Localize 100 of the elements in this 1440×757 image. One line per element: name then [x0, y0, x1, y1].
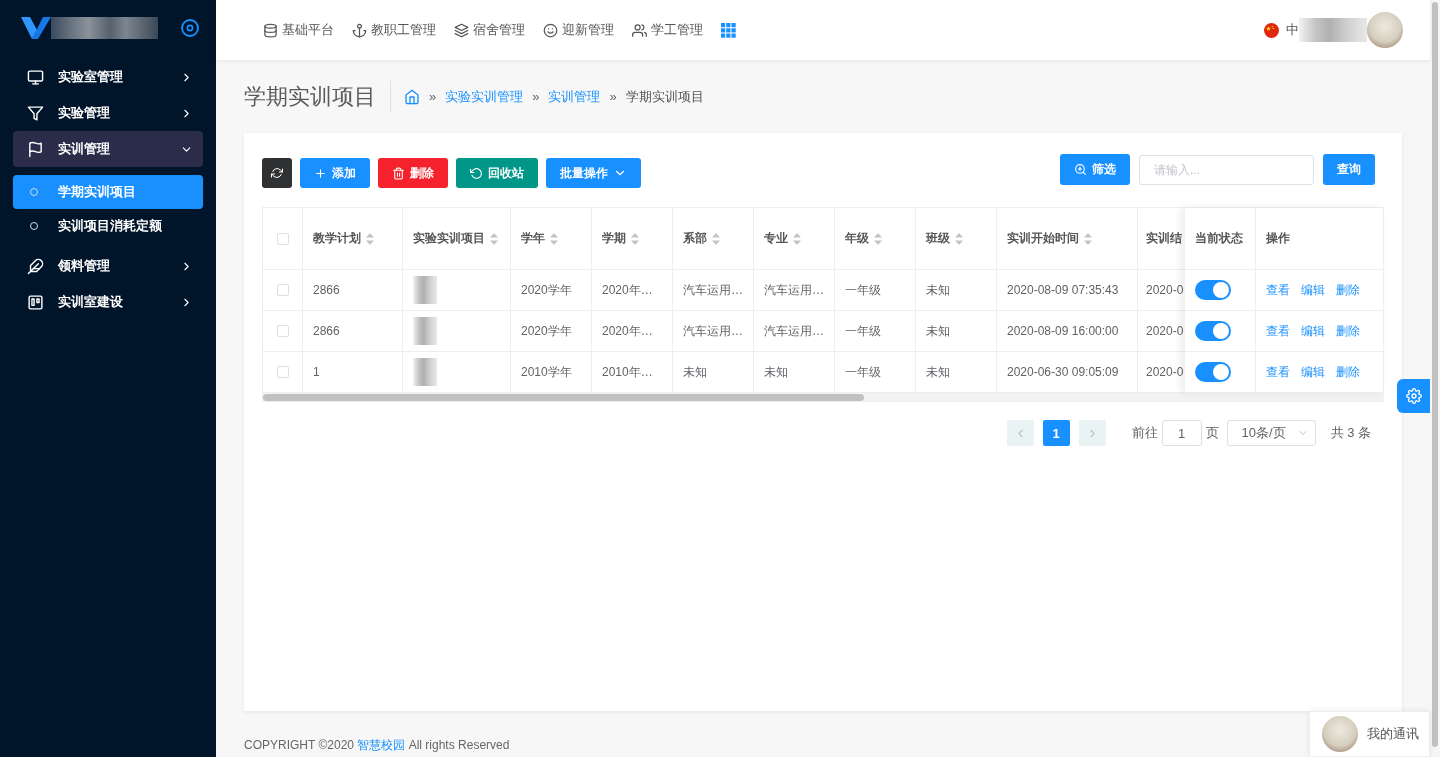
- breadcrumb-separator: »: [532, 89, 540, 104]
- recycle-bin-button[interactable]: 回收站: [456, 158, 538, 188]
- checkbox[interactable]: [276, 284, 289, 296]
- table-cell: 一年级: [835, 352, 916, 393]
- monitor-icon: [27, 68, 44, 86]
- smiley-icon: [543, 22, 558, 38]
- action-link[interactable]: 查看: [1266, 281, 1290, 299]
- filter-button[interactable]: 筛选: [1060, 154, 1130, 185]
- sort-icon[interactable]: [1084, 232, 1092, 245]
- action-link[interactable]: 编辑: [1301, 363, 1325, 381]
- action-link[interactable]: 删除: [1336, 322, 1360, 340]
- nav-item[interactable]: 学工管理: [632, 21, 703, 39]
- feather-icon: [27, 257, 44, 275]
- nav-item[interactable]: 宿舍管理: [454, 21, 525, 39]
- sort-icon[interactable]: [874, 232, 882, 245]
- refresh-button[interactable]: [262, 158, 292, 188]
- scrollbar-thumb[interactable]: [263, 394, 864, 401]
- batch-actions-button[interactable]: 批量操作: [546, 158, 641, 188]
- table-cell: 1: [303, 352, 403, 393]
- table-cell: 未知: [916, 311, 997, 352]
- column-header: 实验实训项目: [413, 230, 485, 247]
- menu-item[interactable]: 实训管理: [13, 131, 203, 167]
- menu-item[interactable]: 领料管理: [13, 248, 203, 284]
- table-cell: 2010学年: [511, 352, 592, 393]
- table-cell: 2020年…: [592, 270, 673, 311]
- nav-item[interactable]: 基础平台: [263, 21, 334, 39]
- search-field[interactable]: 请输入...: [1139, 154, 1314, 185]
- query-button[interactable]: 查询: [1323, 154, 1375, 185]
- menu-item[interactable]: 实验管理: [13, 95, 203, 131]
- scrollbar-thumb[interactable]: [1432, 2, 1438, 747]
- table-cell: 汽车运用…: [673, 270, 754, 311]
- sort-icon[interactable]: [631, 232, 639, 245]
- submenu-item[interactable]: 学期实训项目: [13, 175, 203, 209]
- checkbox[interactable]: [276, 325, 289, 337]
- column-header: 实训结: [1146, 230, 1182, 247]
- action-link[interactable]: 删除: [1336, 363, 1360, 381]
- column-header: 学年: [521, 230, 545, 247]
- apps-grid-icon[interactable]: [721, 22, 736, 38]
- page-unit-label: 页: [1205, 424, 1219, 442]
- logo-icon: [21, 17, 51, 39]
- action-link[interactable]: 删除: [1336, 281, 1360, 299]
- table-cell: 汽车运用…: [754, 270, 835, 311]
- anchor-icon: [352, 22, 367, 38]
- trash-icon: [392, 166, 405, 180]
- status-switch[interactable]: [1195, 362, 1231, 382]
- checkbox[interactable]: [276, 366, 289, 378]
- menu-item[interactable]: 实验室管理: [13, 59, 203, 95]
- sort-icon[interactable]: [712, 232, 720, 245]
- sort-icon[interactable]: [490, 232, 498, 245]
- action-link[interactable]: 编辑: [1301, 322, 1325, 340]
- action-link[interactable]: 查看: [1266, 322, 1290, 340]
- current-page-label: 学期实训项目: [625, 87, 704, 106]
- page-size-select[interactable]: 10条/页: [1226, 420, 1316, 446]
- submenu-item[interactable]: 实训项目消耗定额: [13, 209, 203, 243]
- table-cell: 一年级: [835, 311, 916, 352]
- status-switch[interactable]: [1195, 321, 1231, 341]
- table-cell: 2020年…: [592, 311, 673, 352]
- page-button[interactable]: 1: [1042, 420, 1070, 446]
- footer-link[interactable]: 智慧校园: [357, 738, 406, 752]
- plus-icon: [314, 166, 327, 180]
- table-cell: 2010年…: [592, 352, 673, 393]
- table-cell: 汽车运用…: [673, 311, 754, 352]
- avatar: [1322, 716, 1358, 752]
- board-icon: [27, 293, 44, 311]
- redacted-block: [1299, 18, 1367, 42]
- table-cell: 汽车运用…: [754, 311, 835, 352]
- flag-icon: [27, 140, 44, 158]
- table-cell: 2020学年: [511, 270, 592, 311]
- chat-widget[interactable]: 我的通讯: [1309, 711, 1430, 757]
- sort-icon[interactable]: [955, 232, 963, 245]
- column-header: 专业: [764, 230, 788, 247]
- breadcrumb-link[interactable]: 实验实训管理: [445, 87, 524, 106]
- menu-item[interactable]: 实训室建设: [13, 284, 203, 320]
- total-count: 共 3 条: [1330, 424, 1371, 442]
- sort-icon[interactable]: [366, 232, 374, 245]
- table-cell: 未知: [673, 352, 754, 393]
- target-icon[interactable]: [181, 19, 199, 37]
- nav-item[interactable]: 教职工管理: [352, 21, 436, 39]
- flag-icon: [1264, 22, 1279, 38]
- avatar[interactable]: [1367, 12, 1403, 48]
- checkbox[interactable]: [276, 232, 289, 245]
- home-icon[interactable]: [404, 88, 420, 105]
- add-button[interactable]: 添加: [300, 158, 370, 188]
- delete-button[interactable]: 删除: [378, 158, 448, 188]
- refresh-icon: [271, 167, 283, 179]
- layers-icon: [454, 22, 469, 38]
- sort-icon[interactable]: [793, 232, 801, 245]
- language-menu[interactable]: 中: [1264, 21, 1299, 39]
- breadcrumb-separator: »: [429, 89, 437, 104]
- column-header: 年级: [845, 230, 869, 247]
- settings-icon: [1405, 388, 1422, 404]
- page-number-field[interactable]: 1: [1161, 420, 1202, 446]
- action-link[interactable]: 查看: [1266, 363, 1290, 381]
- table-cell: 未知: [754, 352, 835, 393]
- breadcrumb-link[interactable]: 实训管理: [548, 87, 601, 106]
- nav-item[interactable]: 迎新管理: [543, 21, 614, 39]
- settings-button[interactable]: [1397, 379, 1430, 413]
- sort-icon[interactable]: [550, 232, 558, 245]
- status-switch[interactable]: [1195, 280, 1231, 300]
- action-link[interactable]: 编辑: [1301, 281, 1325, 299]
